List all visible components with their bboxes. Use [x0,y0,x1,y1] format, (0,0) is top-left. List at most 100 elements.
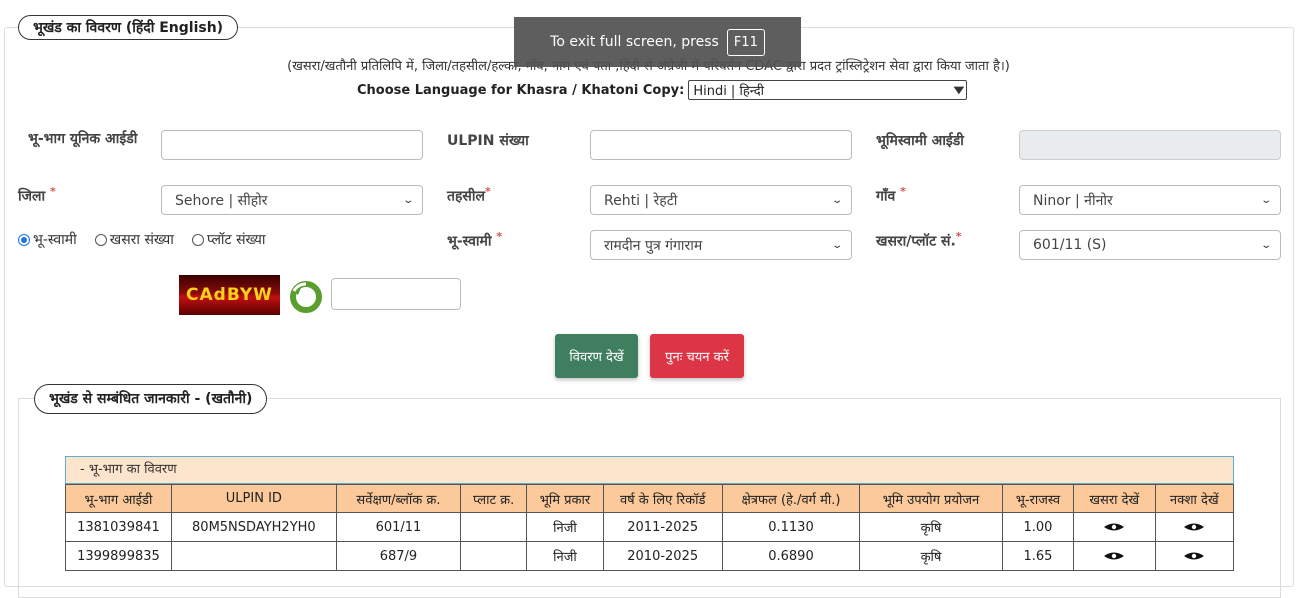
language-selected: Hindi | हिन्दी [693,84,765,99]
radio-plot-label: प्लॉट संख्या [206,232,266,248]
col-header: प्लाट क्र. [460,484,528,513]
district-label: जिला * [18,185,56,206]
col-header: ULPIN ID [170,484,337,513]
captcha-input[interactable] [331,278,461,310]
district-label-text: जिला [18,188,46,205]
cell-area: 0.6890 [721,541,861,571]
toast-text: To exit full screen, press [550,34,719,50]
khasra-label: खसरा/प्लॉट सं.* [876,230,962,251]
chevron-down-icon: ⌄ [1259,194,1272,206]
radio-khasra-label: खसरा संख्या [109,232,174,248]
required-mark: * [955,230,962,243]
cell-revenue: 1.00 [1001,512,1075,542]
table-caption: - भू-भाग का विवरण [65,456,1234,484]
main-legend: भूखंड का विवरण (हिंदी English) [18,15,239,40]
cell-plot [460,541,528,571]
village-select[interactable]: Ninor | नीनोर ⌄ [1019,185,1281,215]
tehsil-select[interactable]: Rehti | रेहटी ⌄ [590,185,852,215]
language-row: Choose Language for Khasra / Khatoni Cop… [357,80,968,100]
section-legend: भूखंड से सम्बंधित जानकारी - (खतौनी) [34,384,268,414]
chevron-down-icon: ⌄ [830,239,843,251]
required-mark: * [50,185,56,198]
unique-id-label: भू-भाग यूनिक आईडी [28,131,138,147]
district-selected: Sehore | सीहोर [175,192,268,209]
view-khasra-cell [1073,512,1156,542]
village-label-text: गाँव [876,188,896,205]
cell-plot [460,512,528,542]
cell-land-type: निजी [526,512,604,542]
col-header: नक्शा देखें [1154,484,1235,513]
owner-label-text: भू-स्वामी [447,233,492,250]
cell-revenue: 1.65 [1001,541,1075,571]
tehsil-label-text: तहसील [447,188,485,205]
cell-use: कृषि [859,541,1003,571]
col-header: भू-राजस्व [1001,484,1075,513]
khasra-select[interactable]: 601/11 (S) ⌄ [1019,230,1281,260]
eye-icon[interactable] [1103,522,1125,532]
view-details-button[interactable]: विवरण देखें [555,334,638,378]
language-select[interactable]: Hindi | हिन्दी ▼ [688,80,968,100]
table-row: 1381039841 80M5NSDAYH2YH0 601/11 निजी 20… [65,512,1235,542]
cell-land-id: 1381039841 [65,512,172,542]
col-header: भूमि उपयोग प्रयोजन [859,484,1003,513]
cell-area: 0.1130 [721,512,861,542]
eye-icon[interactable] [1183,551,1205,561]
captcha-image: CAdBYW [179,275,280,315]
search-type-radios: भू-स्वामी खसरा संख्या प्लॉट संख्या [18,230,265,249]
cell-year: 2011-2025 [602,512,723,542]
chevron-down-icon: ⌄ [830,194,843,206]
cell-land-type: निजी [526,541,604,571]
cell-ulpin: 80M5NSDAYH2YH0 [170,512,337,542]
owner-selected: रामदीन पुत्र गंगाराम [604,237,703,254]
chevron-down-icon: ▼ [953,84,964,96]
reset-button[interactable]: पुनः चयन करें [650,334,744,378]
radio-dot[interactable] [191,233,204,246]
owner-id-label: भूमिस्वामी आईडी [876,133,964,149]
land-table-wrap: - भू-भाग का विवरण भू-भाग आईडी ULPIN ID स… [65,456,1235,571]
required-mark: * [496,230,503,243]
radio-owner-label: भू-स्वामी [33,232,77,248]
eye-icon[interactable] [1103,551,1125,561]
col-header: भू-भाग आईडी [65,484,172,513]
owner-select[interactable]: रामदीन पुत्र गंगाराम ⌄ [590,230,852,260]
col-header: वर्ष के लिए रिकॉर्ड [602,484,723,513]
khasra-label-text: खसरा/प्लॉट सं. [876,233,956,250]
col-header: क्षेत्रफल (हे./वर्ग मी.) [721,484,861,513]
fullscreen-toast: To exit full screen, press F11 [514,17,801,67]
land-details-table: भू-भाग आईडी ULPIN ID सर्वेक्षण/ब्लॉक क्र… [65,484,1235,571]
col-header: भूमि प्रकार [526,484,604,513]
table-header-row: भू-भाग आईडी ULPIN ID सर्वेक्षण/ब्लॉक क्र… [65,484,1235,513]
eye-icon[interactable] [1183,522,1205,532]
khasra-selected: 601/11 (S) [1033,237,1107,253]
radio-dot[interactable] [18,233,30,246]
ulpin-input[interactable] [590,130,852,160]
col-header: खसरा देखें [1073,484,1156,513]
tehsil-label: तहसील* [447,185,491,206]
radio-owner[interactable]: भू-स्वामी [18,230,77,249]
chevron-down-icon: ⌄ [401,194,414,206]
chevron-down-icon: ⌄ [1259,239,1272,251]
cell-survey: 601/11 [335,512,462,542]
unique-id-input[interactable] [161,130,423,160]
required-mark: * [485,185,491,198]
cell-use: कृषि [859,512,1003,542]
owner-id-input [1019,130,1281,160]
district-select[interactable]: Sehore | सीहोर ⌄ [161,185,423,215]
owner-label: भू-स्वामी * [447,230,502,251]
required-mark: * [900,185,906,198]
radio-khasra[interactable]: खसरा संख्या [94,230,174,249]
view-map-cell [1154,512,1235,542]
cell-land-id: 1399899835 [65,541,172,571]
language-label: Choose Language for Khasra / Khatoni Cop… [357,82,685,98]
radio-dot[interactable] [94,233,107,246]
cell-survey: 687/9 [335,541,462,571]
village-selected: Ninor | नीनोर [1033,192,1113,209]
table-row: 1399899835 687/9 निजी 2010-2025 0.6890 क… [65,541,1235,571]
view-khasra-cell [1073,541,1156,571]
radio-plot[interactable]: प्लॉट संख्या [191,230,266,249]
tehsil-selected: Rehti | रेहटी [604,192,678,209]
village-label: गाँव * [876,185,906,206]
ulpin-label: ULPIN संख्या [447,133,529,149]
cell-ulpin [170,541,337,571]
refresh-icon[interactable] [288,279,324,313]
